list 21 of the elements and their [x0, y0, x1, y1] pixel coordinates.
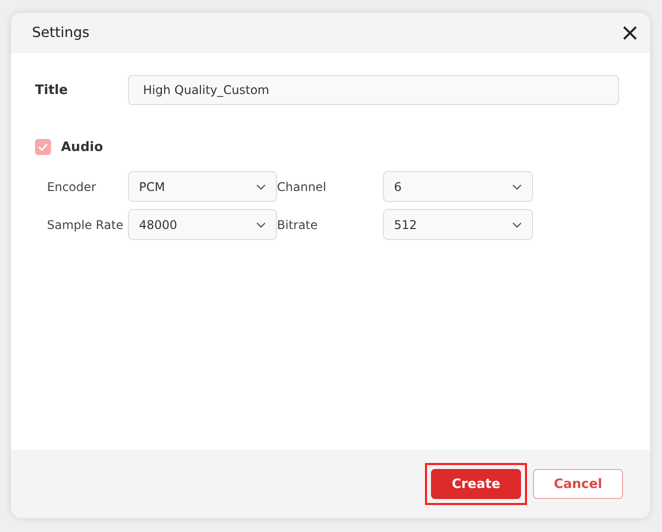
field-label: Channel — [277, 180, 328, 194]
create-button[interactable]: Create — [431, 469, 521, 499]
field-label: Encoder — [47, 180, 98, 194]
checkbox-label: Audio — [61, 140, 104, 154]
title-field[interactable]: High Quality_Custom — [128, 75, 619, 105]
checkmark-icon — [38, 143, 48, 151]
chevron-down-icon — [256, 222, 266, 228]
dropdown[interactable]: 6 — [383, 171, 533, 202]
dropdown[interactable]: PCM — [128, 171, 277, 202]
chevron-down-icon — [512, 184, 522, 190]
field-label: Title — [35, 82, 69, 98]
dropdown[interactable]: 512 — [383, 209, 533, 240]
cancel-button[interactable]: Cancel — [533, 469, 623, 499]
chevron-down-icon — [512, 222, 522, 228]
chevron-down-icon — [256, 184, 266, 190]
close-icon[interactable] — [622, 25, 638, 41]
dropdown[interactable]: 48000 — [128, 209, 277, 240]
window-title: Settings — [32, 25, 90, 41]
audio-checkbox[interactable] — [35, 139, 51, 155]
field-label: Sample Rate — [47, 218, 124, 232]
field-label: Bitrate — [277, 218, 319, 232]
